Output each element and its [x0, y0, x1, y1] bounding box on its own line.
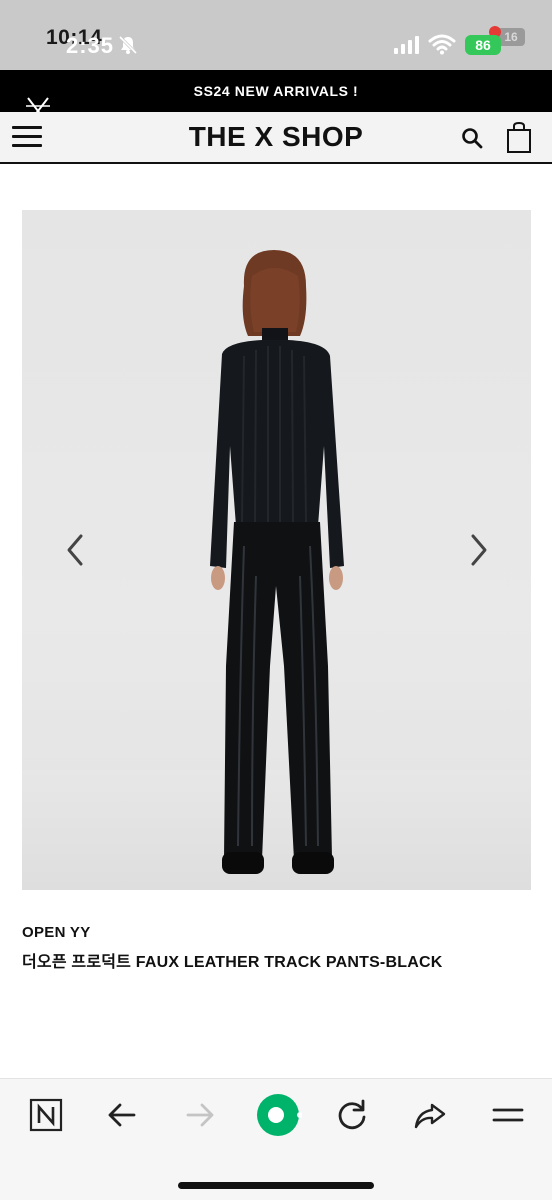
- hamburger-menu-icon[interactable]: [12, 126, 42, 150]
- shopping-bag-icon[interactable]: [506, 122, 532, 154]
- carousel-next-arrow-icon[interactable]: [464, 532, 492, 568]
- battery-indicator: 86: [465, 35, 501, 55]
- back-arrow-icon[interactable]: [104, 1097, 140, 1133]
- announcement-banner[interactable]: SS24 NEW ARRIVALS !: [0, 70, 552, 112]
- status-time: 2:35: [66, 33, 115, 58]
- browser-toolbar: [0, 1078, 552, 1200]
- wifi-icon: [428, 34, 456, 55]
- carousel-prev-arrow-icon[interactable]: [62, 532, 90, 568]
- product-name: 더오픈 프로덕트 FAUX LEATHER TRACK PANTS-BLACK: [22, 954, 443, 971]
- menu-lines-icon[interactable]: [490, 1097, 526, 1133]
- refresh-icon[interactable]: [334, 1097, 370, 1133]
- ghost-battery-indicator: 16: [497, 28, 525, 46]
- green-dot-home-icon[interactable]: [254, 1091, 302, 1139]
- cell-signal-icon: [394, 36, 419, 54]
- naver-n-icon[interactable]: [28, 1097, 64, 1133]
- product-brand[interactable]: OPEN YY: [22, 924, 91, 941]
- forward-arrow-icon[interactable]: [182, 1097, 218, 1133]
- share-icon[interactable]: [412, 1097, 448, 1133]
- announcement-text: SS24 NEW ARRIVALS !: [193, 83, 359, 99]
- shop-page: 10:14 2:35 16 86 SS24 NEW ARRIVALS ! THE…: [0, 0, 552, 1200]
- model-back-view-image: [210, 250, 344, 874]
- search-icon[interactable]: [460, 126, 484, 150]
- home-indicator[interactable]: [178, 1182, 374, 1189]
- product-image-carousel[interactable]: [22, 210, 531, 890]
- shop-header: THE X SHOP: [0, 112, 552, 164]
- bell-muted-icon: [118, 35, 138, 55]
- status-bar: 10:14 2:35 16 86: [0, 0, 552, 70]
